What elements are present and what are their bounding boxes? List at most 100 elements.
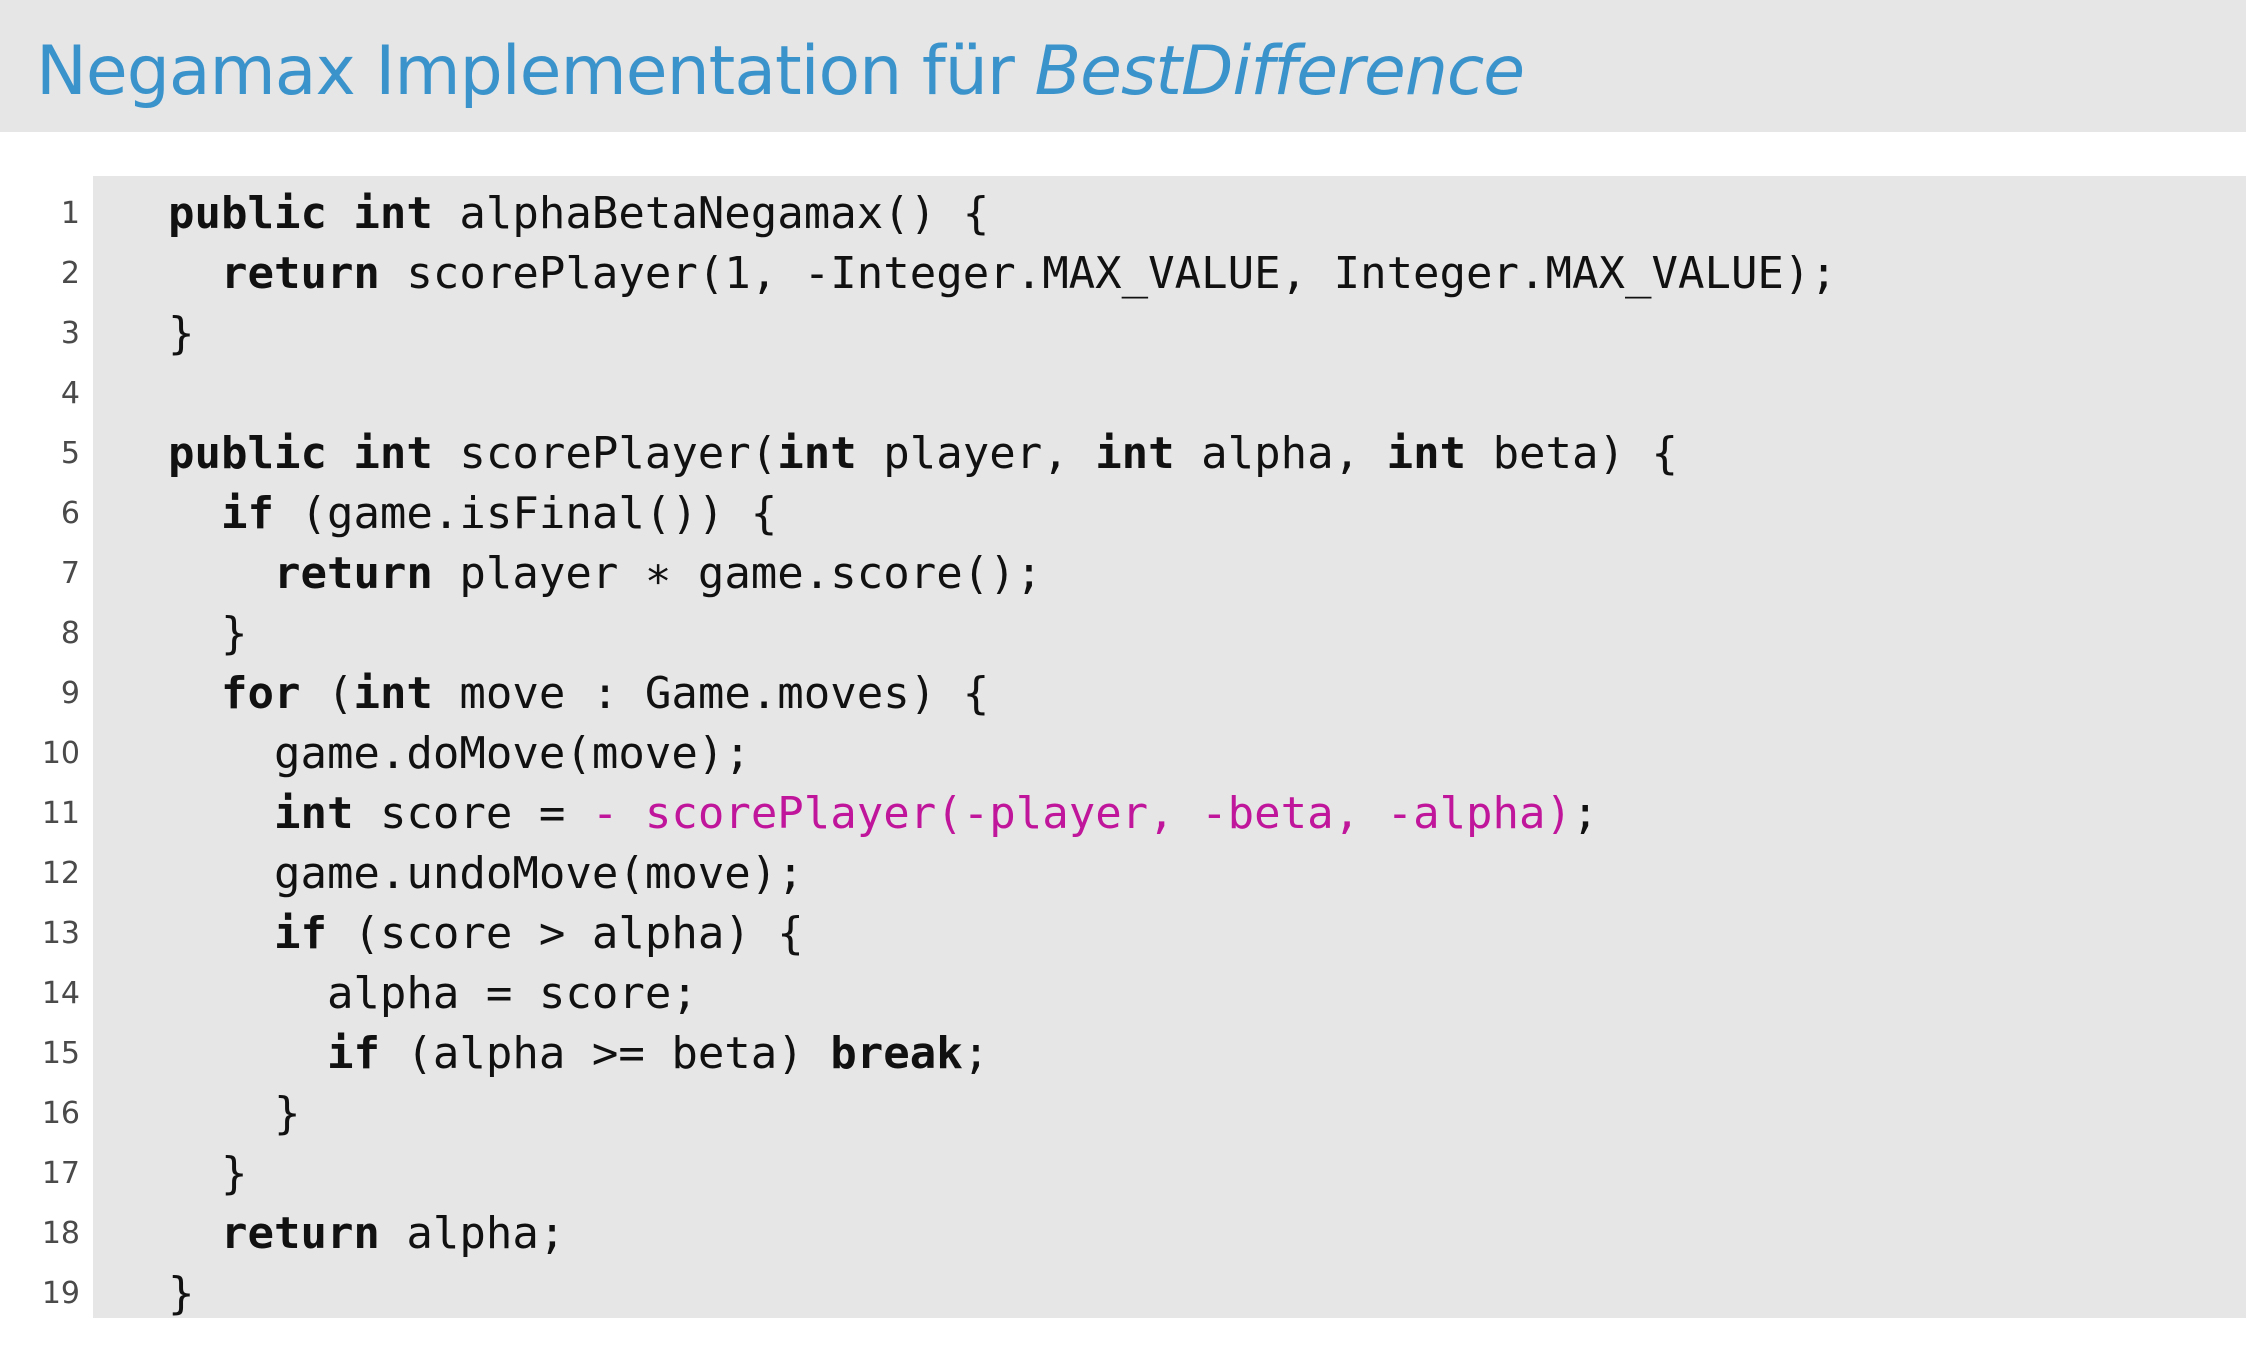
line-number: 1 — [60, 196, 80, 231]
code-text: game.undoMove(move); — [168, 844, 804, 904]
code-text: public int alphaBetaNegamax() { — [168, 184, 989, 244]
code-line: 9 for (int move : Game.moves) { — [0, 664, 2246, 724]
code-text: return player ∗ game.score(); — [168, 544, 1042, 604]
line-number: 17 — [41, 1156, 80, 1191]
code-text: int score = - scorePlayer(-player, -beta… — [168, 784, 1599, 844]
code-token: } — [168, 1148, 248, 1199]
code-text: for (int move : Game.moves) { — [168, 664, 989, 724]
line-number: 19 — [41, 1276, 80, 1311]
code-token: (alpha >= beta) — [379, 1028, 831, 1079]
code-token: } — [168, 308, 195, 359]
code-token: } — [168, 608, 248, 659]
line-number: 8 — [60, 616, 80, 651]
code-text: } — [168, 1264, 195, 1324]
code-line: 14 alpha = score; — [0, 964, 2246, 1024]
code-line: 16 } — [0, 1084, 2246, 1144]
code-keyword: if — [220, 488, 274, 539]
code-keyword: public int — [168, 188, 433, 239]
code-text: if (score > alpha) { — [168, 904, 804, 964]
code-token: score = — [353, 788, 592, 839]
code-text: public int scorePlayer(int player, int a… — [168, 424, 1678, 484]
code-line: 19} — [0, 1264, 2246, 1324]
line-number: 13 — [41, 916, 80, 951]
code-line: 4 — [0, 364, 2246, 424]
line-number: 11 — [41, 796, 80, 831]
line-number: 4 — [60, 376, 80, 411]
title-prefix: Negamax Implementation für — [36, 32, 1035, 111]
code-token: game.doMove(move); — [168, 728, 751, 779]
code-line: 15 if (alpha >= beta) break; — [0, 1024, 2246, 1084]
code-line: 17 } — [0, 1144, 2246, 1204]
footer-cut-off — [0, 1352, 2246, 1372]
code-token: alpha, — [1174, 428, 1387, 479]
code-token: scorePlayer(1, -Integer.MAX_VALUE, Integ… — [379, 248, 1837, 299]
title-emphasis: BestDifference — [1034, 32, 1525, 111]
code-token: player, — [856, 428, 1096, 479]
code-text: game.doMove(move); — [168, 724, 751, 784]
code-text: if (game.isFinal()) { — [168, 484, 777, 544]
line-number: 2 — [60, 256, 80, 291]
code-text: if (alpha >= beta) break; — [168, 1024, 989, 1084]
code-line: 7 return player ∗ game.score(); — [0, 544, 2246, 604]
code-line: 2 return scorePlayer(1, -Integer.MAX_VAL… — [0, 244, 2246, 304]
code-highlight: - scorePlayer(-player, -beta, -alpha) — [591, 788, 1573, 839]
line-number: 14 — [41, 976, 80, 1011]
code-keyword: if — [326, 1028, 380, 1079]
code-token: } — [168, 1088, 301, 1139]
line-number: 18 — [41, 1216, 80, 1251]
line-number: 16 — [41, 1096, 80, 1131]
code-keyword: break — [830, 1028, 963, 1079]
title-bar: Negamax Implementation für BestDifferenc… — [0, 0, 2246, 132]
line-number: 7 — [60, 556, 80, 591]
code-token: move : Game.moves) { — [432, 668, 990, 719]
code-text: } — [168, 1084, 301, 1144]
code-keyword: int — [1386, 428, 1467, 479]
code-token: ; — [1572, 788, 1599, 839]
code-token: (game.isFinal()) { — [273, 488, 778, 539]
code-line: 1 public int alphaBetaNegamax() { — [0, 184, 2246, 244]
code-line: 13 if (score > alpha) { — [0, 904, 2246, 964]
line-number: 3 — [60, 316, 80, 351]
code-keyword: for — [220, 668, 301, 719]
code-text: } — [168, 604, 248, 664]
code-keyword: if — [273, 908, 327, 959]
code-line: 12 game.undoMove(move); — [0, 844, 2246, 904]
code-token: ( — [300, 668, 354, 719]
code-text: } — [168, 304, 195, 364]
slide-title: Negamax Implementation für BestDifferenc… — [36, 22, 1525, 122]
code-keyword: int — [353, 668, 433, 719]
code-keyword: int — [777, 428, 857, 479]
code-keyword: int — [273, 788, 354, 839]
code-token: alphaBetaNegamax() { — [432, 188, 990, 239]
code-token: player ∗ game.score(); — [432, 548, 1043, 599]
code-keyword: return — [273, 548, 433, 599]
line-number: 12 — [41, 856, 80, 891]
code-text: return alpha; — [168, 1204, 565, 1264]
code-token: alpha; — [379, 1208, 566, 1259]
code-line: 10 game.doMove(move); — [0, 724, 2246, 784]
line-number: 15 — [41, 1036, 80, 1071]
line-number: 5 — [60, 436, 80, 471]
code-text: return scorePlayer(1, -Integer.MAX_VALUE… — [168, 244, 1837, 304]
code-keyword: return — [220, 1208, 380, 1259]
code-line: 18 return alpha; — [0, 1204, 2246, 1264]
code-token: (score > alpha) { — [326, 908, 804, 959]
code-token: beta) { — [1466, 428, 1678, 479]
line-number: 6 — [60, 496, 80, 531]
code-line: 11 int score = - scorePlayer(-player, -b… — [0, 784, 2246, 844]
code-line: 5 public int scorePlayer(int player, int … — [0, 424, 2246, 484]
code-text: } — [168, 1144, 248, 1204]
code-line: 3} — [0, 304, 2246, 364]
code-line: 6 if (game.isFinal()) { — [0, 484, 2246, 544]
code-keyword: int — [1095, 428, 1175, 479]
code-keyword: public int — [168, 428, 433, 479]
line-number: 9 — [60, 676, 80, 711]
line-number: 10 — [41, 736, 80, 771]
